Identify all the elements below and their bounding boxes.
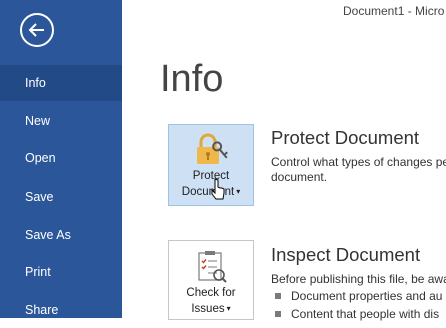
page-title: Info xyxy=(160,58,224,100)
back-button[interactable] xyxy=(20,13,54,47)
back-arrow-icon xyxy=(28,23,44,37)
mouse-pointer-icon xyxy=(211,178,225,200)
inspect-document-heading: Inspect Document xyxy=(271,244,421,265)
nav-info[interactable]: Info xyxy=(0,65,122,101)
nav-new[interactable]: New xyxy=(0,103,122,139)
nav-share[interactable]: Share xyxy=(0,292,122,328)
protect-document-desc-1: Control what types of changes pe xyxy=(271,155,446,169)
protect-document-heading: Protect Document xyxy=(271,127,420,148)
check-for-issues-button[interactable]: Check for Issues ▾ xyxy=(168,240,254,320)
nav-print[interactable]: Print xyxy=(0,254,122,290)
nav-save-as[interactable]: Save As xyxy=(0,217,122,253)
protect-document-desc-2: document. xyxy=(271,170,328,184)
lock-key-icon xyxy=(197,133,228,164)
inspect-bullet: Content that people with dis xyxy=(275,307,439,321)
window-title: Document1 - Micro xyxy=(343,4,445,18)
inspect-bullet: Document properties and au xyxy=(275,289,442,303)
inspect-document-desc: Before publishing this file, be awa xyxy=(271,272,446,286)
nav-save[interactable]: Save xyxy=(0,179,122,215)
backstage-sidebar: Info New Open Save Save As Print Share xyxy=(0,0,122,318)
check-issues-label-2: Issues ▾ xyxy=(191,303,231,315)
check-issues-label-1: Check for xyxy=(186,287,236,299)
nav-open[interactable]: Open xyxy=(0,140,122,176)
checklist-icon xyxy=(198,251,227,283)
